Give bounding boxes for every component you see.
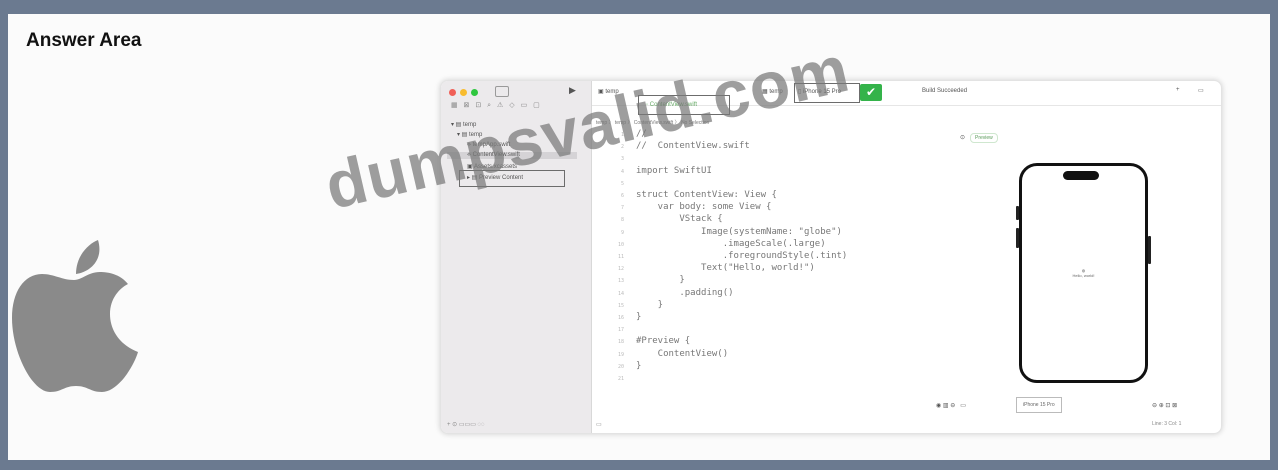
line-number: 14 bbox=[617, 290, 624, 297]
code-text: #Preview { bbox=[636, 336, 691, 347]
minimize-window-button[interactable] bbox=[460, 89, 467, 96]
code-text: ContentView() bbox=[636, 348, 729, 359]
code-text: } bbox=[636, 275, 685, 286]
code-line[interactable]: 15 } bbox=[606, 300, 663, 313]
line-number: 6 bbox=[620, 193, 624, 199]
close-window-button[interactable] bbox=[449, 89, 456, 96]
code-line[interactable]: 13 } bbox=[606, 275, 685, 288]
line-number: 8 bbox=[620, 217, 624, 224]
phone-preview: ◍ Hello, world! bbox=[1016, 163, 1151, 383]
add-icon[interactable]: + bbox=[1176, 87, 1180, 93]
filter-bar[interactable]: + ⊙ ▭▭▭ ◌◌ bbox=[447, 421, 485, 428]
device-selector[interactable]: iPhone 15 Pro bbox=[1016, 397, 1062, 413]
apple-logo-icon bbox=[12, 240, 138, 392]
line-number: 4 bbox=[620, 168, 624, 175]
line-number: 20 bbox=[617, 363, 624, 370]
code-text: } bbox=[636, 299, 664, 310]
code-text: Text("Hello, world!") bbox=[636, 263, 815, 274]
preview-chip[interactable]: Preview bbox=[970, 133, 998, 143]
code-line[interactable]: 14 .padding() bbox=[606, 288, 734, 301]
preview-canvas: ⊙ Preview ◍ Hello, world! ◉ ▥ ⊖ ▭ iPhone… bbox=[922, 105, 1221, 433]
code-text: .foregroundStyle(.tint) bbox=[636, 251, 848, 261]
line-number: 9 bbox=[620, 229, 624, 236]
code-line[interactable]: 19 ContentView() bbox=[606, 349, 728, 362]
phone-side-button bbox=[1148, 236, 1151, 264]
zoom-window-button[interactable] bbox=[471, 89, 478, 96]
line-number: 13 bbox=[617, 278, 624, 285]
phone-side-button bbox=[1016, 228, 1019, 248]
code-line[interactable]: 9 Image(systemName: "globe") bbox=[606, 227, 842, 240]
line-number: 12 bbox=[617, 266, 624, 273]
code-line[interactable]: 5 bbox=[606, 178, 636, 191]
phone-text: Hello, world! bbox=[1072, 273, 1095, 278]
code-line[interactable]: 18 #Preview { bbox=[606, 336, 690, 349]
phone-content: ◍ Hello, world! bbox=[1022, 268, 1145, 278]
line-number: 7 bbox=[620, 205, 624, 212]
phone-side-button bbox=[1016, 206, 1019, 220]
code-line[interactable]: 17 bbox=[606, 324, 636, 337]
code-line[interactable]: 4 import SwiftUI bbox=[606, 166, 712, 179]
code-text: struct ContentView: View { bbox=[636, 190, 777, 200]
code-text: import SwiftUI bbox=[636, 165, 712, 176]
preview-controls[interactable]: ◉ ▥ ⊖ ▭ bbox=[936, 402, 966, 409]
line-number: 21 bbox=[617, 376, 624, 382]
dynamic-island bbox=[1063, 171, 1099, 180]
line-number: 11 bbox=[617, 254, 624, 260]
code-line[interactable]: 16} bbox=[606, 312, 641, 325]
code-text: } bbox=[636, 360, 642, 371]
checkmark-icon: ✔ bbox=[860, 84, 882, 101]
line-number: 17 bbox=[617, 327, 624, 334]
code-line[interactable]: 7 var body: some View { bbox=[606, 202, 771, 215]
zoom-controls[interactable]: ⊖ ⊕ ⊡ ⊠ bbox=[1152, 402, 1177, 409]
cursor-position: Line: 3 Col: 1 bbox=[1152, 421, 1182, 427]
code-text: Image(systemName: "globe") bbox=[636, 226, 842, 237]
code-text: VStack { bbox=[636, 214, 723, 225]
code-text: var body: some View { bbox=[636, 202, 772, 213]
code-line[interactable]: 10 .imageScale(.large) bbox=[606, 239, 826, 252]
code-line[interactable]: 6 struct ContentView: View { bbox=[606, 190, 777, 203]
code-text: .imageScale(.large) bbox=[636, 238, 826, 249]
line-number: 16 bbox=[617, 315, 624, 321]
code-text: } bbox=[636, 312, 642, 322]
code-line[interactable]: 11 .foregroundStyle(.tint) bbox=[606, 251, 847, 264]
inspector-toggle-icon[interactable]: ▭ bbox=[1198, 87, 1204, 94]
line-number: 19 bbox=[617, 351, 624, 358]
debug-toggle-icon[interactable]: ▭ bbox=[596, 421, 602, 428]
line-number: 18 bbox=[617, 339, 624, 346]
code-line[interactable]: 21 bbox=[606, 373, 636, 386]
line-number: 15 bbox=[617, 302, 624, 309]
pin-icon[interactable]: ⊙ bbox=[960, 134, 965, 141]
answer-area-title: Answer Area bbox=[26, 30, 142, 51]
sidebar-toggle-icon[interactable] bbox=[495, 86, 509, 97]
line-number: 5 bbox=[620, 180, 624, 187]
code-text: .padding() bbox=[636, 287, 734, 298]
code-line[interactable]: 12 Text("Hello, world!") bbox=[606, 263, 815, 276]
code-line[interactable]: 20} bbox=[606, 361, 641, 374]
build-status: Build Succeeded bbox=[922, 88, 968, 94]
code-line[interactable]: 8 VStack { bbox=[606, 214, 723, 227]
line-number: 10 bbox=[617, 241, 624, 248]
